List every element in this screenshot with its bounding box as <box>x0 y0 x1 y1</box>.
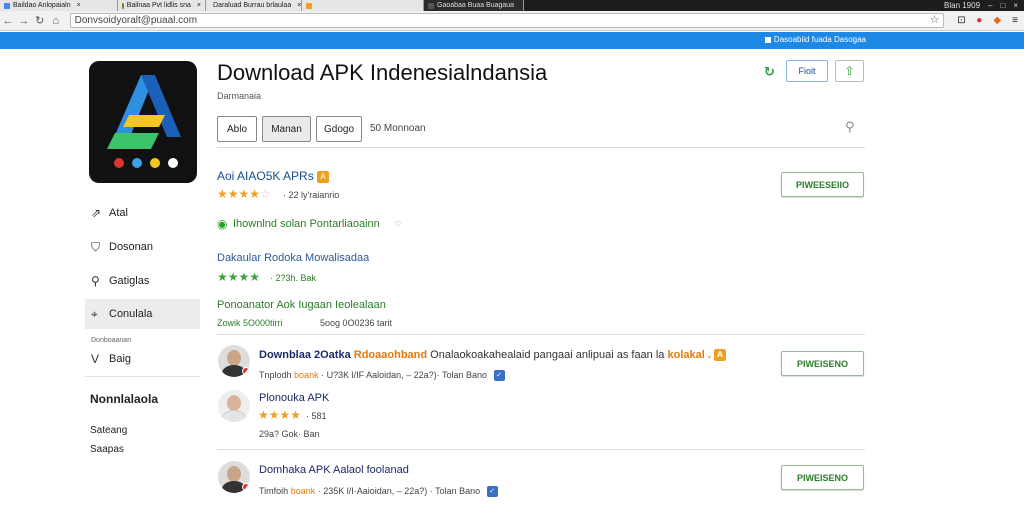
listing-title[interactable]: Ponoanator Aok Iugaan Ieolealaan <box>217 299 386 311</box>
window-controls: Blan 1909 – □ × <box>944 1 1018 10</box>
filter-button[interactable]: Ablo <box>217 116 257 142</box>
divider <box>217 147 865 148</box>
result-count: 50 Monnoan <box>370 123 426 134</box>
tab-favicon-icon <box>306 2 312 9</box>
status-ring-icon: ◉ <box>217 217 228 231</box>
sidebar-link[interactable]: Saapas <box>90 444 124 455</box>
menu-icon[interactable]: ≡ <box>1006 15 1024 26</box>
info-icon[interactable]: ◌ <box>395 218 401 229</box>
sidebar-section-label: Donboaanan <box>91 337 132 344</box>
listing-title[interactable]: Domhaka APK Aalaol foolanad <box>259 464 409 476</box>
extension-icon[interactable]: ● <box>970 15 988 26</box>
tab-favicon-icon <box>428 2 434 9</box>
address-bar-row: ← → ↻ ⌂ Donvsoidyoralt@puaal.com ☆ ⊡ ● ◆… <box>0 11 1024 31</box>
home-icon[interactable]: ⌂ <box>48 15 64 27</box>
app-logo-icon <box>107 75 181 168</box>
listing-title[interactable]: Plonouka APK <box>259 392 329 404</box>
sidebar-item-gatiglas[interactable]: ⚲ Gatiglas <box>85 266 200 296</box>
listing-title[interactable]: Aoi AIAO5K APRs A <box>217 169 330 183</box>
browser-tab[interactable]: Daraluad Burrau brlaulaa × <box>206 0 302 11</box>
developer-name[interactable]: Darmanaia <box>217 91 261 101</box>
tab-favicon-icon <box>122 2 124 9</box>
refresh-icon[interactable]: ↻ <box>764 64 775 80</box>
listing-meta: Zowik 5O000tirri <box>217 318 283 328</box>
promo-link[interactable]: Ihownlnd solan Pontarliaoainn <box>233 218 380 230</box>
app-icon <box>89 61 197 183</box>
avatar[interactable] <box>218 390 250 422</box>
badge-icon: A <box>317 170 330 183</box>
download-button[interactable]: PIWEISENO <box>781 351 864 376</box>
sidebar-item-baig[interactable]: V Baig <box>85 344 200 374</box>
avatar[interactable] <box>218 345 250 377</box>
bookmark-star-icon[interactable]: ☆ <box>930 14 940 27</box>
tab-favicon-icon <box>4 2 10 9</box>
listing-meta: 5oog 0O0236 tarit <box>320 318 393 328</box>
extension-icon[interactable]: ⊡ <box>952 15 970 26</box>
avatar[interactable] <box>218 461 250 493</box>
share-icon: ⇗ <box>91 206 102 220</box>
page-title: Download APK Indenesialndansia <box>217 60 548 85</box>
divider <box>217 449 865 450</box>
reload-icon[interactable]: ↻ <box>32 14 48 27</box>
sidebar-item-conulala[interactable]: ⌖ Conulala <box>85 299 200 329</box>
browser-tab[interactable] <box>302 0 424 11</box>
close-icon[interactable]: × <box>297 2 301 9</box>
browser-tab-active[interactable]: Gaoabaa Buaa Buagaua <box>424 0 524 11</box>
browser-tab-strip: Baildao Anlopaialn × Bailnaa Pvt lidlis … <box>0 0 1024 11</box>
divider <box>217 334 865 335</box>
sidebar-item-dosonan[interactable]: ⛉ Dosonan <box>85 232 200 262</box>
listing-meta: Timfoih boank · 235K l/I·Aaioidan, – 22a… <box>259 486 498 498</box>
star-rating: ★★★★ <box>258 408 302 422</box>
shield-icon: ⛉ <box>91 239 101 254</box>
sidebar-item-atal[interactable]: ⇗ Atal <box>85 198 200 228</box>
download-button[interactable]: PIWEISENO <box>781 465 864 490</box>
sidebar-link[interactable]: Sateang <box>90 425 127 436</box>
sidebar-divider <box>85 376 200 377</box>
tag-icon: ⌖ <box>91 306 98 321</box>
badge-icon: A <box>713 349 726 362</box>
header-button[interactable]: Fioit <box>786 60 828 82</box>
listing-meta: · 2?3h. Bak <box>270 273 317 283</box>
share-icon: ⇧ <box>844 64 855 78</box>
close-window-icon[interactable]: × <box>1013 1 1018 10</box>
pin-icon: ⚲ <box>91 274 100 288</box>
rating-meta: · 581 <box>306 411 327 421</box>
back-icon[interactable]: ← <box>0 15 16 27</box>
listing-meta: Tnplodh boank · U?3K l/IF Aaloidan, – 22… <box>259 370 505 382</box>
close-icon[interactable]: × <box>197 2 201 9</box>
close-icon[interactable]: × <box>77 2 81 9</box>
browser-tab[interactable]: Bailnaa Pvt lidlis sna × <box>118 0 206 11</box>
forward-icon[interactable]: → <box>16 15 32 27</box>
star-rating: ★★★★☆ <box>217 187 271 201</box>
star-rating: ★★★★ <box>217 270 261 284</box>
share-button[interactable]: ⇧ <box>835 60 864 82</box>
rating-meta: · 22 ly'raianrio <box>283 190 340 200</box>
status-dot-icon <box>242 483 250 491</box>
minimize-icon[interactable]: – <box>988 1 992 10</box>
filter-button-active[interactable]: Manan <box>262 116 311 142</box>
browser-tab[interactable]: Baildao Anlopaialn × <box>0 0 118 11</box>
extension-icon[interactable]: ◆ <box>988 15 1006 26</box>
top-banner: Dasoabiid fuada Dasogaa <box>0 32 1024 49</box>
download-button[interactable]: PIWEESEIIO <box>781 172 864 197</box>
sidebar-section-head: Nonnlalaola <box>90 392 159 406</box>
filter-button[interactable]: Gdogo <box>316 116 362 142</box>
url-input[interactable]: Donvsoidyoralt@puaal.com ☆ <box>69 13 945 28</box>
listing-title[interactable]: Dakaular Rodoka Mowalisadaa <box>217 252 369 264</box>
banner-notice[interactable]: Dasoabiid fuada Dasogaa <box>764 35 866 44</box>
maximize-icon[interactable]: □ <box>1000 1 1005 10</box>
listing-title[interactable]: Downblaa 2Oatka Rdoaaohband Onalaokoakah… <box>259 349 726 362</box>
notice-icon <box>764 36 771 43</box>
verified-icon: ✓ <box>486 486 498 498</box>
status-dot-icon <box>242 367 250 375</box>
search-icon[interactable]: ⚲ <box>845 119 855 135</box>
listing-meta: 29a? Gok· Ban <box>259 429 320 439</box>
verified-icon: ✓ <box>493 370 505 382</box>
chevron-icon: V <box>91 352 100 366</box>
